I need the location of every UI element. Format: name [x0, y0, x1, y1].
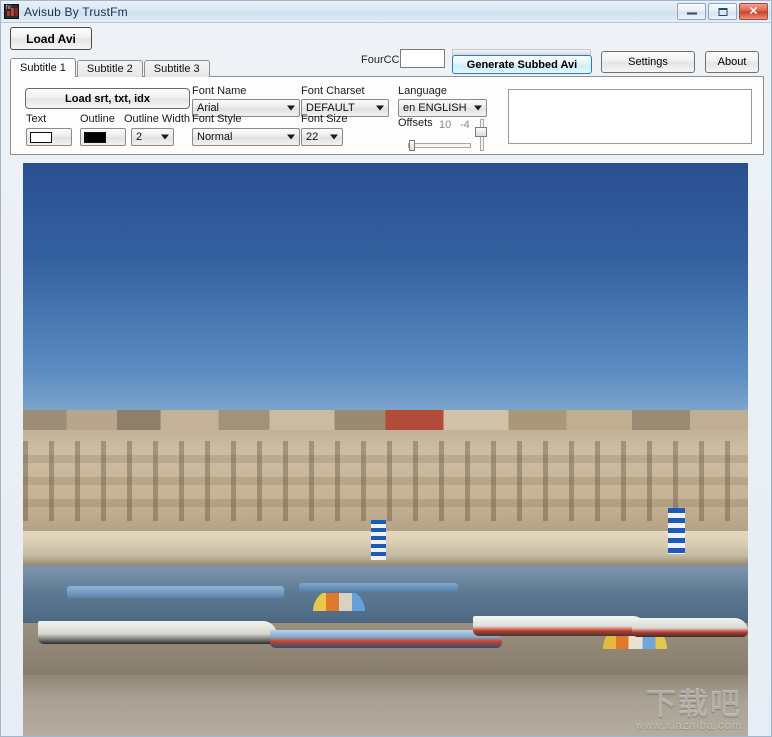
about-button[interactable]: About — [705, 51, 759, 73]
photo-windows — [23, 440, 748, 521]
photo-boat — [472, 616, 647, 636]
photo-boat-canopy — [66, 586, 284, 598]
language-combo[interactable]: en ENGLISH — [398, 99, 487, 117]
offset-y-slider-thumb[interactable] — [475, 127, 487, 137]
fourcc-label: FourCC — [361, 54, 400, 66]
offsets-label: Offsets — [398, 117, 433, 129]
photo-boat — [37, 620, 277, 644]
subtitle-text-area[interactable] — [508, 89, 752, 144]
harbour-photo — [23, 163, 748, 736]
photo-greek-flag — [371, 519, 386, 560]
photo-rooftops — [23, 410, 748, 430]
close-icon: ✕ — [748, 5, 759, 17]
close-button[interactable]: ✕ — [739, 3, 768, 20]
text-color-label: Text — [26, 113, 47, 125]
chevron-down-icon — [161, 134, 169, 140]
offset-x-slider-track — [408, 143, 471, 148]
subtitle-tabs: Subtitle 1 Subtitle 2 Subtitle 3 — [10, 58, 211, 77]
minimize-button[interactable] — [677, 3, 706, 20]
offset-x-value: 10 — [439, 119, 452, 131]
outline-width-value: 2 — [136, 131, 143, 143]
offset-x-slider-thumb[interactable] — [409, 140, 415, 151]
text-color-combo[interactable] — [26, 128, 72, 146]
photo-boat — [269, 629, 502, 649]
chevron-down-icon — [376, 105, 384, 111]
outline-color-label: Outline — [80, 113, 115, 125]
watermark-main: 下载吧 — [646, 688, 742, 721]
settings-button[interactable]: Settings — [601, 51, 695, 73]
photo-boat-canopy — [298, 582, 458, 594]
outline-color-swatch — [84, 131, 106, 143]
outline-width-combo[interactable]: 2 — [131, 128, 174, 146]
toolbar: Load Avi FourCC Generate Subbed Avi Sett… — [1, 22, 771, 74]
video-preview[interactable]: 下载吧 www.xiazaiba.com — [23, 163, 748, 736]
offset-y-slider[interactable] — [475, 119, 487, 151]
photo-boat — [632, 618, 748, 637]
chevron-down-icon — [474, 105, 482, 111]
app-icon: hi — [4, 4, 19, 19]
font-name-label: Font Name — [192, 85, 247, 97]
chevron-down-icon — [330, 134, 338, 140]
language-value: en ENGLISH — [403, 102, 467, 114]
font-size-combo[interactable]: 22 — [301, 128, 343, 146]
offset-x-slider[interactable] — [408, 140, 471, 151]
font-size-value: 22 — [306, 131, 319, 143]
language-label: Language — [398, 85, 447, 97]
load-subtitle-button[interactable]: Load srt, txt, idx — [25, 88, 190, 109]
maximize-button[interactable] — [708, 3, 737, 20]
chevron-down-icon — [287, 134, 295, 140]
text-color-swatch — [30, 131, 52, 143]
caption-buttons: ✕ — [677, 3, 768, 20]
subtitle-settings-panel: Load srt, txt, idx Text Outline Outline … — [10, 76, 764, 155]
tab-subtitle-2[interactable]: Subtitle 2 — [76, 60, 143, 77]
photo-greek-flag-2 — [668, 508, 686, 554]
tab-subtitle-1[interactable]: Subtitle 1 — [10, 58, 76, 77]
font-style-combo[interactable]: Normal — [192, 128, 300, 146]
load-avi-button[interactable]: Load Avi — [10, 27, 92, 50]
chevron-down-icon — [287, 105, 295, 111]
generate-subbed-avi-button[interactable]: Generate Subbed Avi — [452, 55, 592, 74]
fourcc-input[interactable] — [400, 49, 445, 68]
window-title: Avisub By TrustFm — [24, 4, 128, 19]
font-style-label: Font Style — [192, 113, 242, 125]
photo-sky — [23, 163, 748, 434]
watermark: 下载吧 www.xiazaiba.com — [636, 690, 742, 732]
tab-subtitle-3[interactable]: Subtitle 3 — [143, 60, 210, 77]
outline-color-combo[interactable] — [80, 128, 126, 146]
font-charset-label: Font Charset — [301, 85, 365, 97]
offset-y-value: -4 — [460, 119, 470, 131]
font-style-value: Normal — [197, 131, 233, 143]
app-window: hi Avisub By TrustFm ✕ Load Avi FourCC G… — [0, 0, 772, 737]
watermark-sub: www.xiazaiba.com — [635, 720, 742, 732]
outline-width-label: Outline Width — [124, 113, 191, 125]
font-size-label: Font Size — [301, 113, 348, 125]
title-bar: hi Avisub By TrustFm ✕ — [1, 1, 771, 23]
